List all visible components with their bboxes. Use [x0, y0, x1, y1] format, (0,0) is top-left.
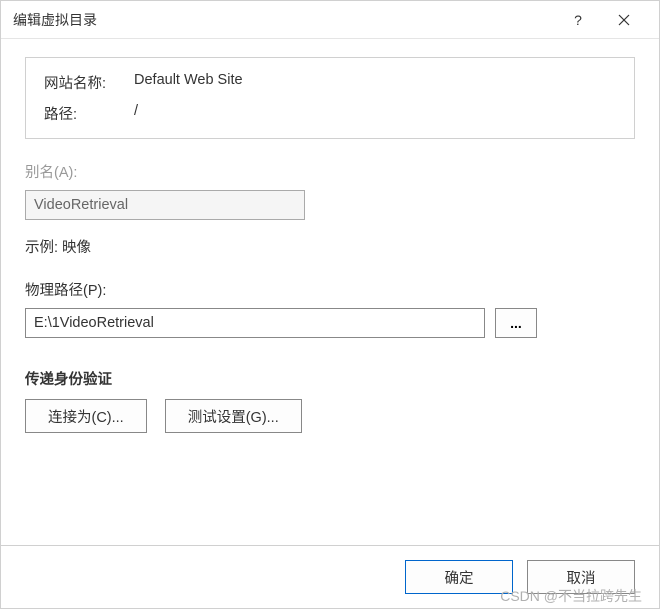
ellipsis-icon: ... [510, 315, 522, 331]
physical-path-field-group: 物理路径(P): ... [25, 279, 635, 338]
dialog-title: 编辑虚拟目录 [13, 10, 555, 30]
site-name-label: 网站名称: [44, 72, 134, 93]
alias-field-group: 别名(A): [25, 161, 635, 220]
help-icon: ? [574, 12, 582, 28]
auth-section: 传递身份验证 连接为(C)... 测试设置(G)... [25, 368, 635, 433]
physical-path-label: 物理路径(P): [25, 279, 635, 300]
test-settings-button[interactable]: 测试设置(G)... [165, 399, 302, 433]
alias-label: 别名(A): [25, 161, 635, 182]
alias-input[interactable] [25, 190, 305, 220]
auth-section-label: 传递身份验证 [25, 368, 635, 389]
site-path-row: 路径: / [44, 103, 616, 124]
auth-button-row: 连接为(C)... 测试设置(G)... [25, 399, 635, 433]
dialog-footer: 确定 取消 [1, 545, 659, 608]
example-text: 示例: 映像 [25, 236, 635, 257]
site-name-value: Default Web Site [134, 72, 243, 93]
connect-as-button[interactable]: 连接为(C)... [25, 399, 147, 433]
close-icon [618, 14, 630, 26]
titlebar: 编辑虚拟目录 ? [1, 1, 659, 39]
site-info-panel: 网站名称: Default Web Site 路径: / [25, 57, 635, 139]
physical-path-input[interactable] [25, 308, 485, 338]
site-path-value: / [134, 103, 138, 124]
browse-button[interactable]: ... [495, 308, 537, 338]
cancel-button[interactable]: 取消 [527, 560, 635, 594]
edit-virtual-directory-dialog: 编辑虚拟目录 ? 网站名称: Default Web Site 路径: / 别名… [0, 0, 660, 609]
close-button[interactable] [601, 4, 647, 36]
ok-button[interactable]: 确定 [405, 560, 513, 594]
help-button[interactable]: ? [555, 4, 601, 36]
physical-path-row: ... [25, 308, 635, 338]
site-name-row: 网站名称: Default Web Site [44, 72, 616, 93]
dialog-content: 网站名称: Default Web Site 路径: / 别名(A): 示例: … [1, 39, 659, 545]
site-path-label: 路径: [44, 103, 134, 124]
titlebar-controls: ? [555, 4, 647, 36]
